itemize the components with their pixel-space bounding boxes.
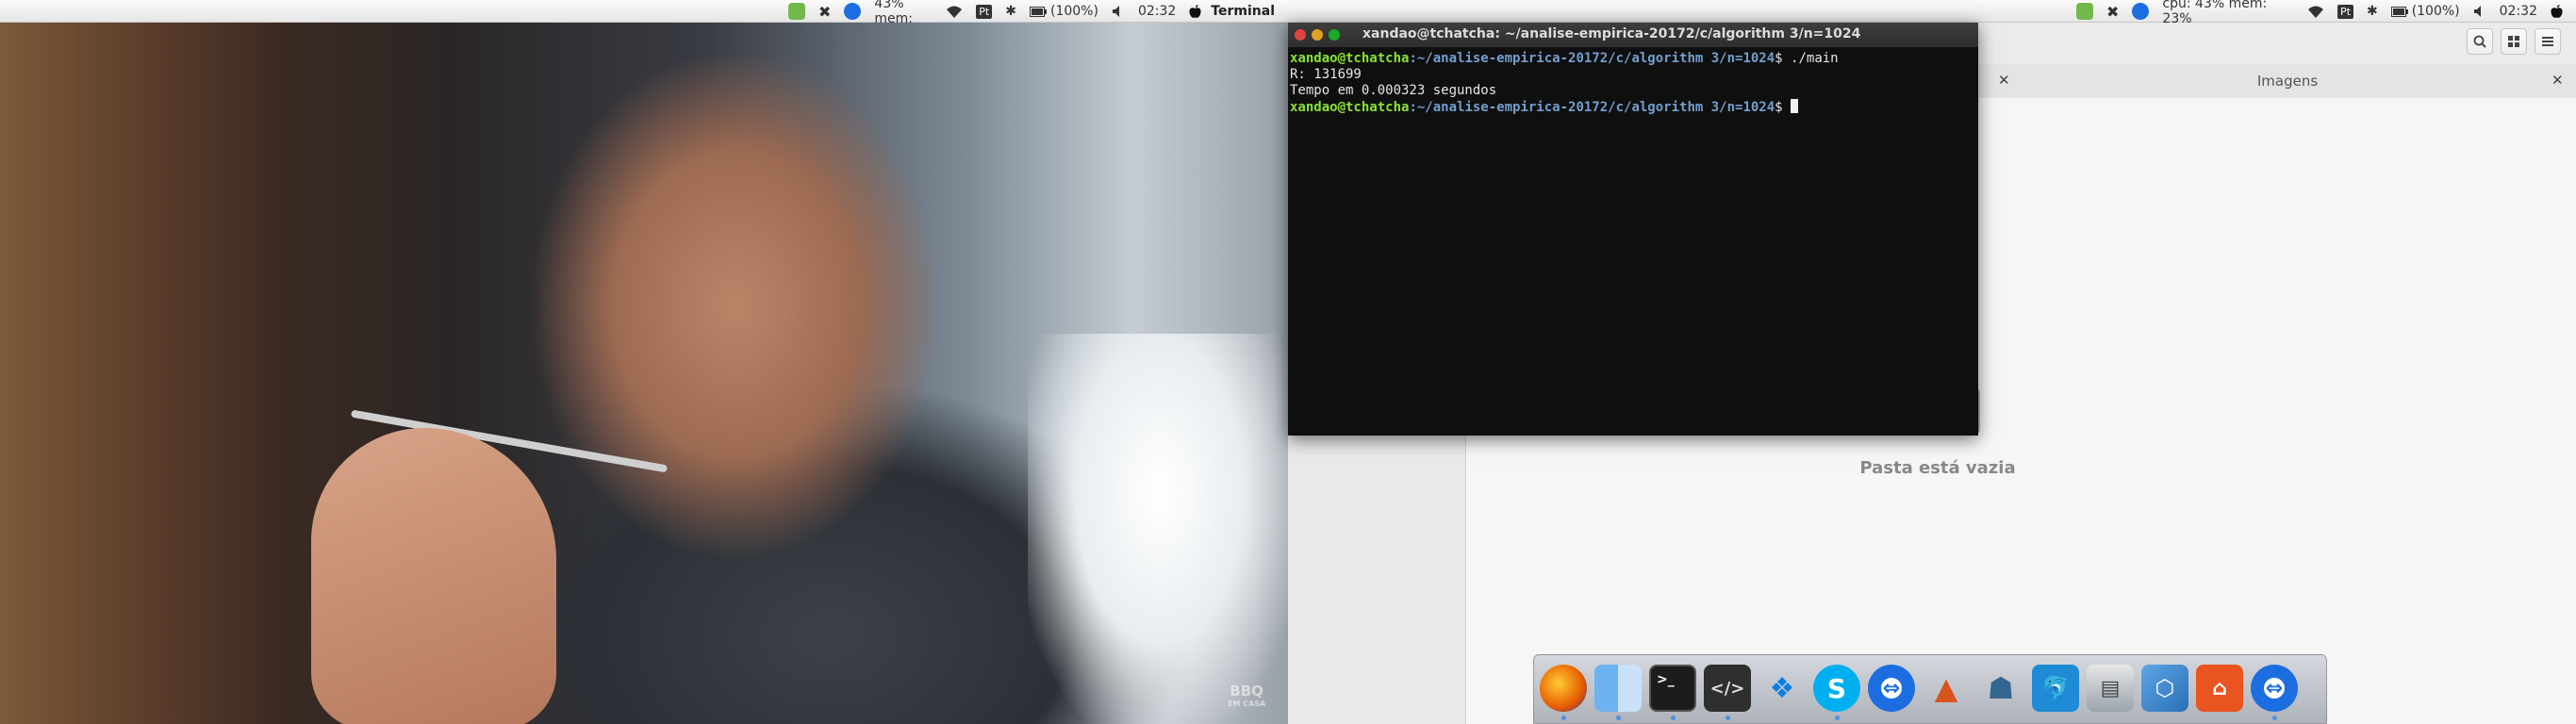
tab-close-icon-2[interactable]: ✕ bbox=[2551, 72, 2564, 89]
prompt-path: :~/analise-empirica-20172/c/algorithm 3/… bbox=[1409, 51, 1775, 66]
hamburger-icon bbox=[2542, 37, 2553, 46]
terminal-cursor bbox=[1791, 99, 1799, 113]
system-tray-right: ✖ cpu: 43% mem: 23% Pt ✱ (100%) 02:32 bbox=[2076, 0, 2576, 26]
terminal-window[interactable]: xandao@tchatcha: ~/analise-empirica-2017… bbox=[1288, 23, 1978, 436]
running-indicator bbox=[1616, 716, 1621, 720]
ubuntu-software-icon[interactable]: ⌂ bbox=[2196, 665, 2243, 712]
video-player[interactable]: BBQ EM CASA bbox=[0, 23, 1288, 724]
update-indicator-icon[interactable] bbox=[2076, 0, 2093, 23]
teamviewer-icon-2[interactable]: ⇔ bbox=[2251, 665, 2298, 712]
terminal-line-4: xandao@tchatcha:~/analise-empirica-20172… bbox=[1290, 99, 1976, 116]
scanner-icon[interactable]: ▤ bbox=[2087, 665, 2134, 712]
terminal-output[interactable]: xandao@tchatcha:~/analise-empirica-20172… bbox=[1288, 47, 1978, 436]
cpu-mem-indicator[interactable]: cpu: 43% mem: 23% bbox=[2162, 0, 2294, 26]
teamviewer-tray-icon[interactable] bbox=[2132, 0, 2150, 23]
prompt-user: xandao@tchatcha bbox=[1290, 100, 1410, 115]
tools-icon[interactable]: ✖ bbox=[818, 0, 831, 23]
running-indicator bbox=[2272, 716, 2277, 720]
apple-menu-icon[interactable] bbox=[2551, 0, 2563, 23]
dropbox-icon[interactable]: ❖ bbox=[1759, 665, 1806, 712]
terminal-titlebar[interactable]: xandao@tchatcha: ~/analise-empirica-2017… bbox=[1288, 23, 1978, 47]
battery-percent: (100%) bbox=[2411, 4, 2460, 19]
prompt-path: :~/analise-empirica-20172/c/algorithm 3/… bbox=[1409, 100, 1775, 115]
tab-close-icon-1[interactable]: ✕ bbox=[1998, 72, 2010, 89]
keyboard-layout-indicator[interactable]: Pt bbox=[976, 0, 993, 23]
video-watermark: BBQ EM CASA bbox=[1228, 684, 1265, 711]
running-indicator bbox=[1726, 716, 1730, 720]
teamviewer-icon[interactable]: ⇔ bbox=[1868, 665, 1915, 712]
volume-icon[interactable] bbox=[1112, 0, 1125, 23]
mysql-workbench-icon[interactable]: 🐬 bbox=[2032, 665, 2079, 712]
menu-button[interactable] bbox=[2535, 28, 2561, 55]
top-panel-left: ✖ cpu: 43% mem: 23% Pt ✱ (100%) 02:32 Te… bbox=[0, 0, 1288, 41]
postgresql-icon[interactable]: ☗ bbox=[1977, 665, 2024, 712]
wifi-icon[interactable] bbox=[2307, 0, 2324, 23]
files-icon[interactable] bbox=[1594, 665, 1642, 712]
prompt-symbol: $ bbox=[1775, 100, 1783, 115]
battery-indicator[interactable]: (100%) bbox=[2390, 0, 2460, 23]
terminal-icon[interactable]: >_ bbox=[1649, 665, 1696, 712]
close-button[interactable] bbox=[1295, 29, 1306, 41]
watermark-line2: EM CASA bbox=[1228, 699, 1266, 708]
wifi-icon[interactable] bbox=[946, 0, 963, 23]
clock[interactable]: 02:32 bbox=[2500, 0, 2537, 23]
system-tray-left: ✖ cpu: 43% mem: 23% Pt ✱ (100%) 02:32 Te… bbox=[788, 0, 1288, 41]
keyboard-layout-indicator[interactable]: Pt bbox=[2337, 0, 2353, 23]
terminal-line-1: xandao@tchatcha:~/analise-empirica-20172… bbox=[1290, 51, 1976, 67]
terminal-line-3: Tempo em 0.000323 segundos bbox=[1290, 83, 1497, 98]
video-window-light bbox=[1028, 334, 1288, 724]
tab-label: Imagens bbox=[2256, 73, 2319, 90]
top-panel-right: ✖ cpu: 43% mem: 23% Pt ✱ (100%) 02:32 bbox=[1288, 0, 2576, 26]
dock: >_ </> ❖ S ⇔ ▲ ☗ 🐬 ▤ ⬡ ⌂ ⇔ bbox=[1533, 654, 2327, 724]
firefox-icon[interactable] bbox=[1540, 665, 1587, 712]
minimize-button[interactable] bbox=[1312, 29, 1323, 41]
volume-icon[interactable] bbox=[2473, 0, 2486, 23]
prompt-symbol: $ bbox=[1775, 51, 1783, 66]
running-indicator bbox=[1671, 716, 1676, 720]
battery-indicator[interactable]: (100%) bbox=[1029, 0, 1098, 23]
tools-icon[interactable]: ✖ bbox=[2106, 0, 2119, 23]
terminal-title: xandao@tchatcha: ~/analise-empirica-2017… bbox=[1362, 26, 1861, 41]
maximize-button[interactable] bbox=[1329, 29, 1340, 41]
apple-menu-icon[interactable] bbox=[1189, 0, 1201, 23]
active-app-name[interactable]: Terminal bbox=[1211, 0, 1275, 23]
view-grid-button[interactable] bbox=[2501, 28, 2527, 55]
running-indicator bbox=[1835, 716, 1840, 720]
command-text: ./main bbox=[1782, 51, 1839, 66]
teamviewer-tray-icon[interactable] bbox=[844, 0, 862, 23]
terminal-line-2: R: 131699 bbox=[1290, 67, 1362, 82]
search-icon bbox=[2473, 35, 2486, 48]
update-indicator-icon[interactable] bbox=[788, 0, 805, 23]
running-indicator bbox=[1561, 716, 1566, 720]
bluetooth-icon[interactable]: ✱ bbox=[2367, 0, 2378, 23]
empty-folder-message: Pasta está vazia bbox=[1859, 458, 2016, 478]
video-hand bbox=[311, 428, 556, 724]
grid-icon bbox=[2508, 36, 2519, 47]
tab-imagens[interactable]: Imagens bbox=[2023, 64, 2551, 98]
cpu-mem-indicator[interactable]: cpu: 43% mem: 23% bbox=[874, 0, 933, 41]
code-editor-icon[interactable]: </> bbox=[1704, 665, 1751, 712]
bluetooth-icon[interactable]: ✱ bbox=[1005, 0, 1016, 23]
search-button[interactable] bbox=[2467, 28, 2493, 55]
prompt-user: xandao@tchatcha bbox=[1290, 51, 1410, 66]
battery-percent: (100%) bbox=[1049, 4, 1098, 19]
virtualbox-icon[interactable]: ⬡ bbox=[2141, 665, 2188, 712]
matlab-icon[interactable]: ▲ bbox=[1923, 665, 1970, 712]
skype-icon[interactable]: S bbox=[1813, 665, 1860, 712]
clock[interactable]: 02:32 bbox=[1138, 0, 1176, 23]
